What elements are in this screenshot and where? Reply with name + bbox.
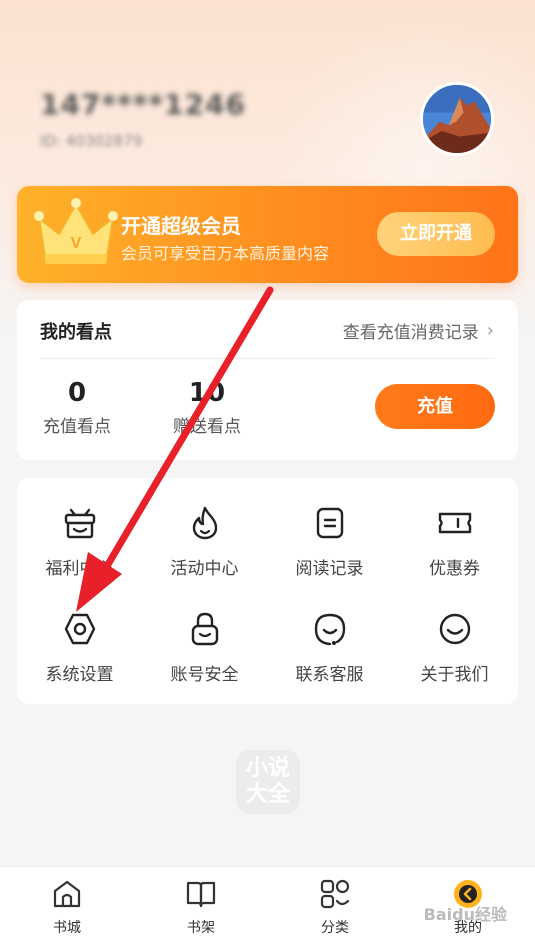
menu-label: 阅读记录 bbox=[295, 559, 364, 579]
gift-bag-icon bbox=[64, 508, 95, 539]
menu-item-account-security[interactable]: 账号安全 bbox=[142, 610, 267, 685]
tab-category[interactable]: 分类 bbox=[295, 877, 375, 937]
menu-label: 活动中心 bbox=[170, 559, 239, 579]
user-name: 147****1246 bbox=[40, 88, 246, 121]
stat-label: 赠送看点 bbox=[173, 417, 241, 437]
menu-item-welfare[interactable]: 福利中心 bbox=[17, 504, 142, 579]
tab-bookstore[interactable]: 书城 bbox=[27, 877, 107, 937]
flame-icon bbox=[192, 506, 217, 540]
stat-gift-points[interactable]: 10 赠送看点 bbox=[170, 378, 244, 437]
svg-text:V: V bbox=[71, 235, 82, 252]
menu-item-activity[interactable]: 活动中心 bbox=[142, 504, 267, 579]
menu-item-coupon[interactable]: 优惠券 bbox=[392, 504, 517, 579]
home-icon bbox=[53, 880, 81, 908]
menu-item-about[interactable]: 关于我们 bbox=[392, 610, 517, 685]
reading-record-icon bbox=[316, 507, 343, 539]
bookshelf-icon bbox=[186, 881, 216, 908]
recharge-history-label: 查看充值消费记录 bbox=[342, 323, 479, 343]
app-logo: 小说 大全 bbox=[236, 750, 300, 814]
menu-item-settings[interactable]: 系统设置 bbox=[17, 610, 142, 685]
avatar[interactable] bbox=[420, 82, 494, 156]
stat-value: 10 bbox=[188, 378, 226, 408]
tab-bookshelf[interactable]: 书架 bbox=[161, 877, 241, 937]
menu-label: 系统设置 bbox=[45, 665, 114, 685]
logo-text-top: 小说 bbox=[245, 756, 290, 781]
menu-item-reading-record[interactable]: 阅读记录 bbox=[267, 504, 392, 579]
category-icon bbox=[320, 879, 350, 909]
menu-label: 优惠券 bbox=[429, 559, 480, 579]
stat-recharge-points[interactable]: 0 充值看点 bbox=[40, 378, 114, 437]
tab-label: 分类 bbox=[321, 920, 349, 936]
menu-label: 福利中心 bbox=[45, 559, 114, 579]
about-icon bbox=[439, 613, 470, 645]
crown-icon: V bbox=[34, 198, 118, 264]
coupon-icon bbox=[438, 512, 471, 534]
user-id: ID: 40302879 bbox=[40, 132, 143, 150]
header-background bbox=[0, 0, 535, 340]
menu-label: 账号安全 bbox=[170, 665, 239, 685]
vip-title: 开通超级会员 bbox=[121, 214, 241, 238]
menu-label: 关于我们 bbox=[420, 665, 489, 685]
menu-label: 联系客服 bbox=[295, 665, 364, 685]
divider bbox=[40, 358, 495, 359]
recharge-button[interactable]: 充值 bbox=[375, 384, 495, 429]
lock-icon bbox=[191, 612, 218, 646]
stat-value: 0 bbox=[67, 378, 87, 408]
open-vip-button[interactable]: 立即开通 bbox=[377, 212, 495, 256]
points-card: 我的看点 查看充值消费记录 › 0 充值看点 10 赠送看点 充值 bbox=[17, 300, 518, 460]
baidu-watermark: Baidu经验 bbox=[423, 905, 507, 924]
vip-subtitle: 会员可享受百万本高质量内容 bbox=[121, 244, 330, 263]
vip-banner[interactable]: V 开通超级会员 会员可享受百万本高质量内容 立即开通 bbox=[17, 186, 518, 283]
settings-icon bbox=[64, 613, 95, 645]
stat-label: 充值看点 bbox=[43, 417, 111, 437]
tab-label: 书城 bbox=[53, 920, 81, 936]
points-title: 我的看点 bbox=[40, 322, 112, 343]
chevron-right-icon: › bbox=[486, 320, 494, 341]
logo-text-bottom: 大全 bbox=[245, 782, 290, 807]
customer-service-icon bbox=[314, 613, 345, 646]
recharge-history-link[interactable]: 查看充值消费记录 › bbox=[343, 318, 494, 343]
menu-grid: 福利中心 活动中心 阅读记录 优惠券 系统设置 账号安全 联系客服 关于我们 bbox=[17, 478, 518, 704]
mountain-photo-icon bbox=[423, 85, 491, 153]
menu-item-customer-service[interactable]: 联系客服 bbox=[267, 610, 392, 685]
tab-label: 书架 bbox=[187, 920, 215, 936]
